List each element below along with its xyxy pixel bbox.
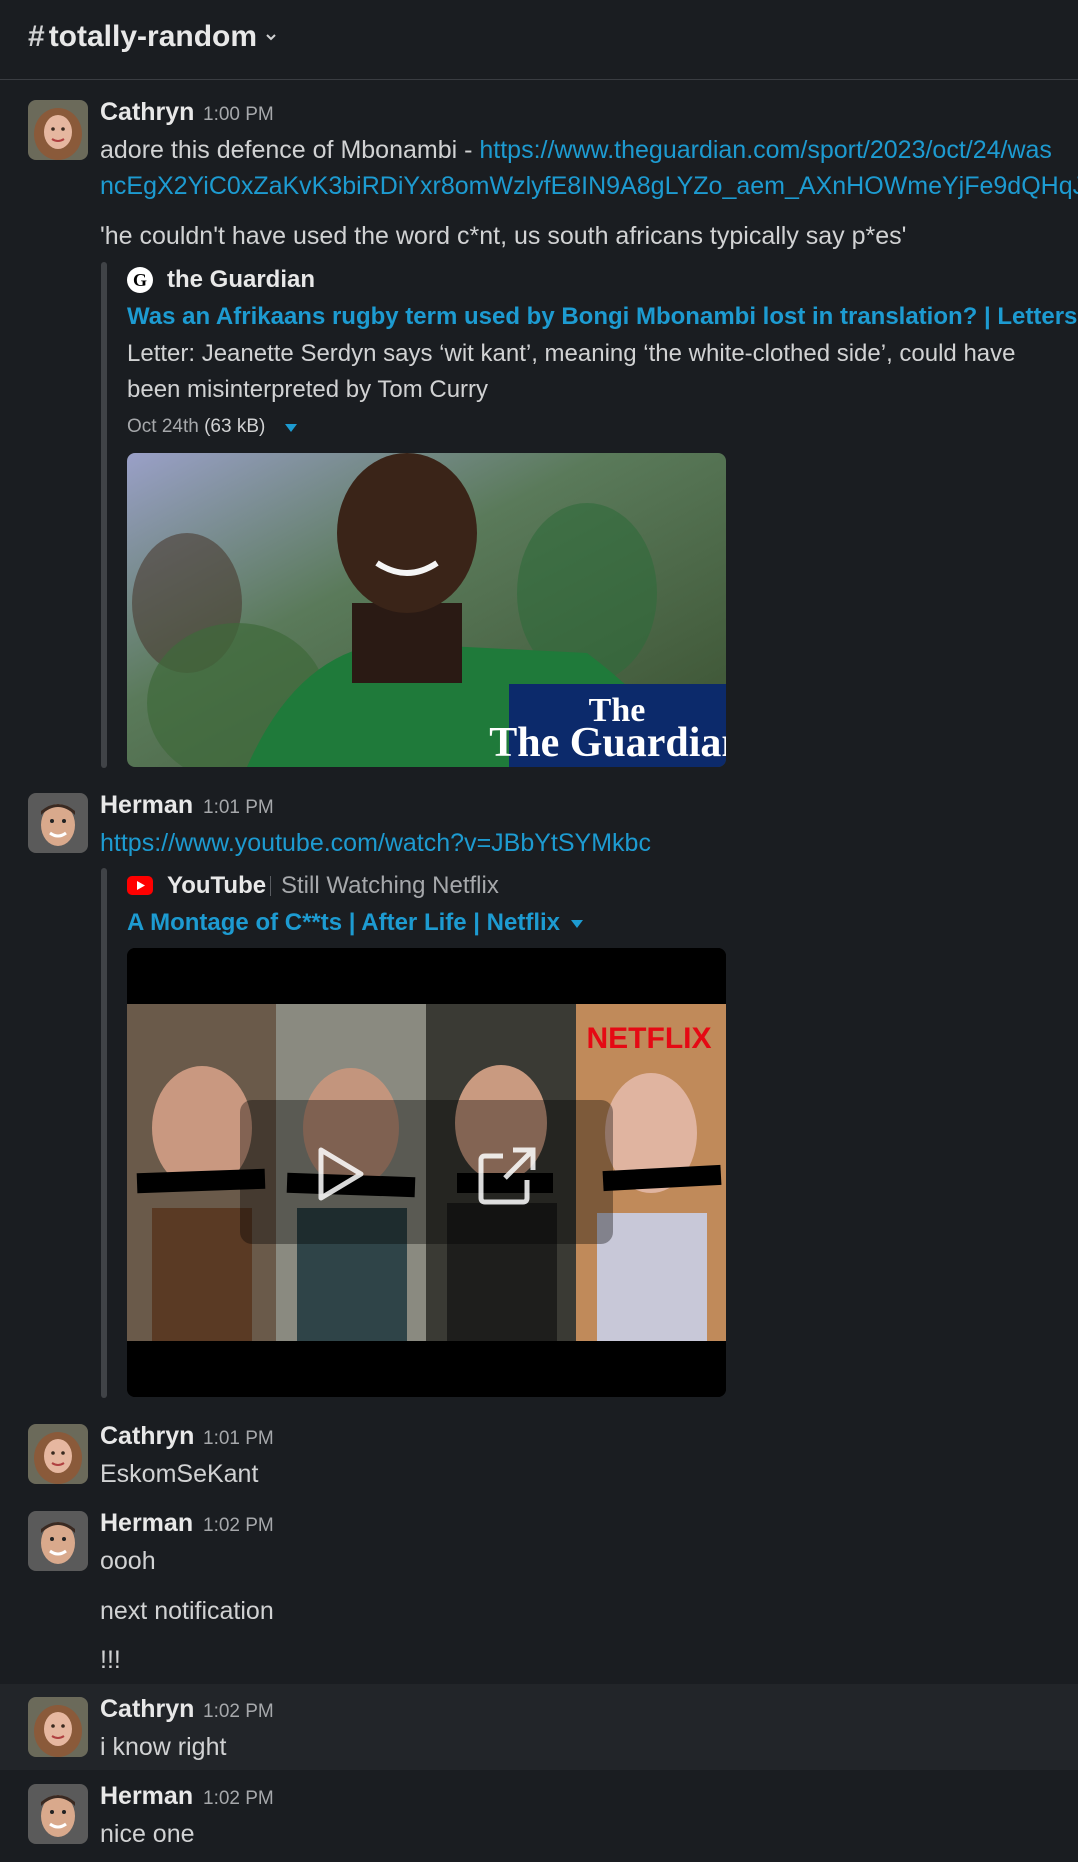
unfurl-source[interactable]: YouTube [167, 872, 266, 900]
unfurl-date: Oct 24th [127, 416, 199, 437]
timestamp[interactable]: 1:02 PM [203, 1701, 274, 1723]
avatar[interactable] [28, 793, 88, 853]
message-text-prefix: adore this defence of Mbonambi - [100, 136, 480, 164]
unfurl-channel[interactable]: Still Watching Netflix [281, 872, 499, 900]
youtube-icon [127, 876, 153, 895]
chevron-down-icon [266, 34, 276, 41]
unfurl-image[interactable]: The The Guardian [127, 453, 726, 767]
author-name[interactable]: Herman [100, 1782, 193, 1811]
author-name[interactable]: Herman [100, 1509, 193, 1538]
caret-down-icon[interactable] [570, 919, 584, 929]
message-text: EskomSeKant [100, 1460, 259, 1488]
message-text: next notification [100, 1597, 274, 1625]
unfurl-description: been misinterpreted by Tom Curry [127, 376, 489, 403]
unfurl-title-link[interactable]: Was an Afrikaans rugby term used by Bong… [127, 303, 1077, 331]
avatar[interactable] [28, 1511, 88, 1571]
message-text: !!! [100, 1646, 121, 1674]
unfurl-description: Letter: Jeanette Serdyn says ‘wit kant’,… [127, 340, 1016, 367]
author-name[interactable]: Cathryn [100, 98, 194, 127]
author-name[interactable]: Herman [100, 791, 193, 820]
message-text: nice one [100, 1820, 195, 1848]
message-link-continued[interactable]: ncEgX2YiC0xZaKvK3biRDiYxr8omWzlyfE8IN9A8… [100, 172, 1078, 201]
channel-name-button[interactable]: # totally-random [28, 20, 277, 54]
attachment-bar [101, 262, 107, 768]
avatar[interactable] [28, 100, 88, 160]
open-external-icon[interactable] [475, 1144, 539, 1208]
video-player[interactable]: NETFLIX [127, 948, 726, 1397]
guardian-logo: The Guardian [489, 720, 726, 766]
divider [270, 876, 271, 896]
message-link[interactable]: https://www.youtube.com/watch?v=JBbYtSYM… [100, 829, 651, 858]
timestamp[interactable]: 1:01 PM [203, 1428, 274, 1450]
unfurl-source[interactable]: the Guardian [167, 266, 315, 294]
timestamp[interactable]: 1:02 PM [203, 1515, 274, 1537]
avatar[interactable] [28, 1424, 88, 1484]
unfurl-size: (63 kB) [204, 416, 266, 437]
message-text: 'he couldn't have used the word c*nt, us… [100, 222, 907, 250]
hash-icon: # [28, 20, 45, 53]
timestamp[interactable]: 1:01 PM [203, 797, 274, 819]
channel-name: totally-random [48, 20, 258, 53]
timestamp[interactable]: 1:00 PM [203, 104, 274, 126]
unfurl-meta: Oct 24th (63 kB) [127, 416, 265, 438]
message-text: i know right [100, 1733, 227, 1761]
author-name[interactable]: Cathryn [100, 1422, 194, 1451]
message-link[interactable]: https://www.theguardian.com/sport/2023/o… [479, 136, 1052, 164]
avatar[interactable] [28, 1784, 88, 1844]
author-name[interactable]: Cathryn [100, 1695, 194, 1724]
avatar[interactable] [28, 1697, 88, 1757]
channel-header: # totally-random [0, 0, 1078, 80]
caret-down-icon[interactable] [284, 423, 298, 433]
message-text: oooh [100, 1547, 156, 1575]
timestamp[interactable]: 1:02 PM [203, 1788, 274, 1810]
message-text: adore this defence of Mbonambi - https:/… [100, 136, 1052, 165]
guardian-g-icon: G [127, 267, 153, 293]
play-icon[interactable] [307, 1142, 371, 1206]
netflix-logo: NETFLIX [587, 1022, 712, 1055]
svg-text:G: G [133, 270, 147, 290]
unfurl-title-link[interactable]: A Montage of C**ts | After Life | Netfli… [127, 909, 560, 937]
attachment-bar [101, 868, 107, 1398]
